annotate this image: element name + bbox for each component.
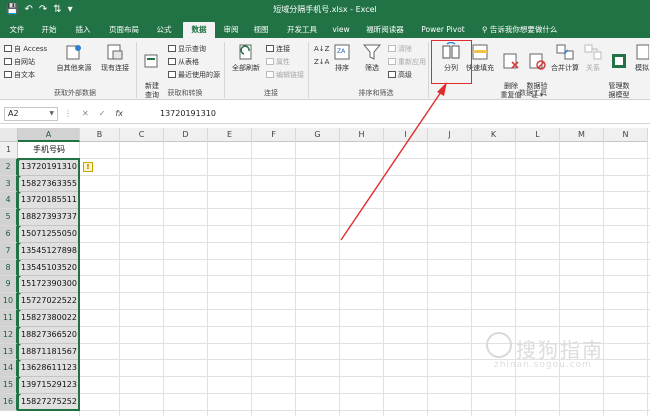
watermark-text-en: zhinan.sogou.com bbox=[494, 360, 592, 370]
sogou-logo-icon bbox=[486, 332, 512, 358]
watermark-text-cn: 搜狗指南 bbox=[516, 338, 604, 362]
sogou-watermark: 搜狗指南 zhinan.sogou.com bbox=[486, 332, 636, 372]
